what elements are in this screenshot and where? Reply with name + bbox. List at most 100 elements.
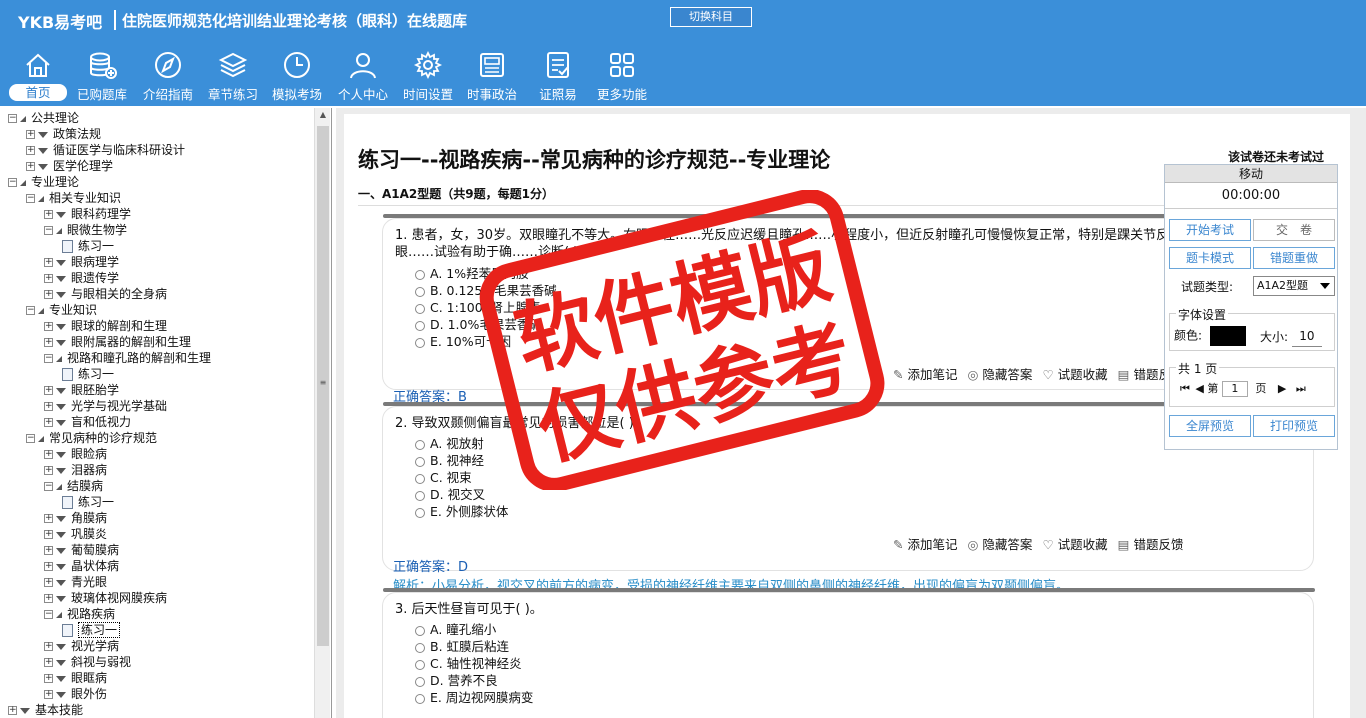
- prev-page-icon[interactable]: ◀: [1195, 382, 1203, 395]
- expand-icon[interactable]: +: [44, 466, 53, 475]
- tree-leaf-exercise[interactable]: 练习一: [62, 622, 121, 638]
- expand-icon[interactable]: +: [44, 642, 53, 651]
- print-preview-button[interactable]: 打印预览: [1253, 415, 1335, 437]
- radio-button[interactable]: [415, 439, 425, 450]
- radio-button[interactable]: [415, 320, 425, 331]
- collapse-icon[interactable]: −: [26, 434, 35, 443]
- tree-node[interactable]: + 眼遗传学: [44, 270, 119, 286]
- tree-node[interactable]: − 相关专业知识: [26, 190, 121, 206]
- answer-option[interactable]: B. 0.125%毛果芸香碱: [415, 282, 557, 299]
- tool-2[interactable]: ◎ 隐藏答案: [968, 367, 1033, 382]
- tree-node[interactable]: + 眼科药理学: [44, 206, 131, 222]
- submit-exam-button[interactable]: 交 卷: [1253, 219, 1335, 241]
- nav-item-3[interactable]: 介绍指南: [135, 46, 201, 104]
- expand-icon[interactable]: +: [44, 418, 53, 427]
- tree-node[interactable]: + 与眼相关的全身病: [44, 286, 167, 302]
- tree-node[interactable]: + 泪器病: [44, 462, 107, 478]
- expand-icon[interactable]: +: [44, 690, 53, 699]
- tool-4[interactable]: ▤ 错题反馈: [1118, 537, 1184, 552]
- collapse-icon[interactable]: −: [44, 226, 53, 235]
- radio-button[interactable]: [415, 693, 425, 704]
- expand-icon[interactable]: +: [44, 674, 53, 683]
- radio-button[interactable]: [415, 659, 425, 670]
- expand-icon[interactable]: +: [44, 338, 53, 347]
- expand-icon[interactable]: +: [44, 546, 53, 555]
- tree-node[interactable]: + 晶状体病: [44, 558, 119, 574]
- tree-node[interactable]: + 眼外伤: [44, 686, 107, 702]
- tree-node[interactable]: + 眼球的解剖和生理: [44, 318, 167, 334]
- tree-node[interactable]: − 公共理论: [8, 110, 79, 126]
- tree-scrollbar[interactable]: ▲ ≡: [314, 108, 330, 718]
- tree-node[interactable]: − 专业知识: [26, 302, 97, 318]
- expand-icon[interactable]: +: [44, 530, 53, 539]
- tree-node[interactable]: + 眼病理学: [44, 254, 119, 270]
- answer-option[interactable]: E. 周边视网膜病变: [415, 689, 533, 706]
- expand-icon[interactable]: +: [8, 706, 17, 715]
- answer-option[interactable]: C. 1:1000肾上腺素: [415, 299, 541, 316]
- tool-3[interactable]: ♡ 试题收藏: [1042, 537, 1107, 552]
- tree-node[interactable]: + 眼胚胎学: [44, 382, 119, 398]
- expand-icon[interactable]: +: [44, 450, 53, 459]
- panel-drag-handle[interactable]: 移动: [1165, 165, 1337, 183]
- card-mode-button[interactable]: 题卡模式: [1169, 247, 1251, 269]
- tree-node[interactable]: + 角膜病: [44, 510, 107, 526]
- answer-option[interactable]: A. 视放射: [415, 435, 484, 452]
- page-input[interactable]: 1: [1221, 381, 1248, 397]
- collapse-icon[interactable]: −: [8, 114, 17, 123]
- tree-node[interactable]: + 玻璃体视网膜疾病: [44, 590, 167, 606]
- nav-item-5[interactable]: 模拟考场: [264, 46, 330, 104]
- tree-node[interactable]: + 医学伦理学: [26, 158, 113, 174]
- tree-node[interactable]: − 专业理论: [8, 174, 79, 190]
- expand-icon[interactable]: +: [26, 146, 35, 155]
- radio-button[interactable]: [415, 456, 425, 467]
- tree-node[interactable]: + 青光眼: [44, 574, 107, 590]
- tool-1[interactable]: ✎ 添加笔记: [893, 367, 958, 382]
- tree-node[interactable]: − 眼微生物学: [44, 222, 127, 238]
- expand-icon[interactable]: +: [44, 258, 53, 267]
- expand-icon[interactable]: +: [44, 386, 53, 395]
- radio-button[interactable]: [415, 642, 425, 653]
- nav-item-9[interactable]: 证照易: [525, 46, 591, 104]
- nav-item-6[interactable]: 个人中心: [330, 46, 396, 104]
- collapse-icon[interactable]: −: [44, 482, 53, 491]
- expand-icon[interactable]: +: [44, 514, 53, 523]
- scroll-up-icon[interactable]: ▲: [318, 110, 328, 119]
- answer-option[interactable]: E. 10%可卡因: [415, 333, 511, 350]
- tree-node[interactable]: + 眼附属器的解剖和生理: [44, 334, 191, 350]
- radio-button[interactable]: [415, 625, 425, 636]
- radio-button[interactable]: [415, 286, 425, 297]
- tree-node[interactable]: − 视路疾病: [44, 606, 115, 622]
- tool-3[interactable]: ♡ 试题收藏: [1042, 367, 1107, 382]
- tree-leaf-exercise[interactable]: 练习一: [62, 238, 114, 254]
- answer-option[interactable]: D. 视交叉: [415, 486, 485, 503]
- nav-item-2[interactable]: 已购题库: [69, 46, 135, 104]
- radio-button[interactable]: [415, 269, 425, 280]
- tree-node[interactable]: + 葡萄膜病: [44, 542, 119, 558]
- tree-node[interactable]: + 基本技能: [8, 702, 83, 718]
- expand-icon[interactable]: +: [44, 658, 53, 667]
- next-page-icon[interactable]: ▶: [1278, 382, 1286, 395]
- radio-button[interactable]: [415, 490, 425, 501]
- radio-button[interactable]: [415, 337, 425, 348]
- answer-option[interactable]: B. 视神经: [415, 452, 484, 469]
- answer-option[interactable]: A. 1%羟苯异丙胺: [415, 265, 529, 282]
- expand-icon[interactable]: +: [44, 562, 53, 571]
- tree-node[interactable]: + 视光学病: [44, 638, 119, 654]
- tree-node[interactable]: − 视路和瞳孔路的解剖和生理: [44, 350, 211, 366]
- nav-item-1[interactable]: 首页: [5, 46, 71, 104]
- nav-item-7[interactable]: 时间设置: [395, 46, 461, 104]
- font-size-input[interactable]: 10: [1291, 329, 1322, 347]
- radio-button[interactable]: [415, 473, 425, 484]
- expand-icon[interactable]: +: [44, 274, 53, 283]
- radio-button[interactable]: [415, 676, 425, 687]
- tree-node[interactable]: + 盲和低视力: [44, 414, 131, 430]
- answer-option[interactable]: E. 外侧膝状体: [415, 503, 508, 520]
- tree-node[interactable]: + 眼睑病: [44, 446, 107, 462]
- answer-option[interactable]: A. 瞳孔缩小: [415, 621, 496, 638]
- expand-icon[interactable]: +: [44, 578, 53, 587]
- color-swatch[interactable]: [1209, 326, 1246, 346]
- start-exam-button[interactable]: 开始考试: [1169, 219, 1251, 241]
- tree-node[interactable]: + 政策法规: [26, 126, 101, 142]
- answer-option[interactable]: D. 营养不良: [415, 672, 498, 689]
- nav-item-4[interactable]: 章节练习: [200, 46, 266, 104]
